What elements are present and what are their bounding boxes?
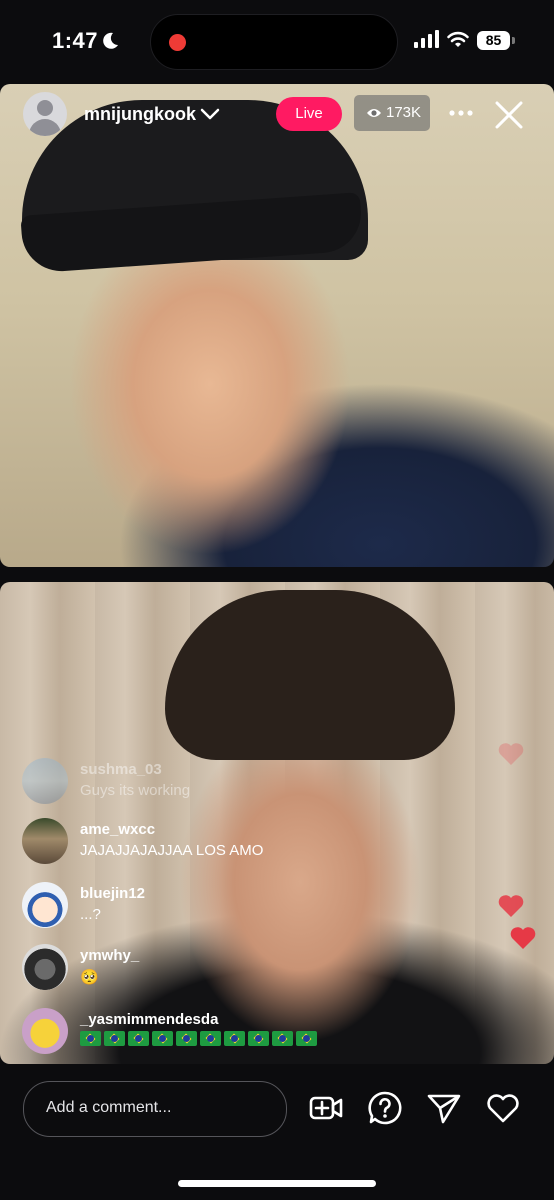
brazil-flag-icon — [248, 1031, 269, 1046]
comment-text: ...? — [80, 906, 101, 923]
status-bar: 1:47 85 — [0, 0, 554, 80]
battery-indicator: 85 — [477, 31, 510, 50]
hair-shape — [165, 590, 455, 760]
brazil-flag-icon — [176, 1031, 197, 1046]
home-indicator[interactable] — [178, 1180, 376, 1187]
brazil-flag-icon — [224, 1031, 245, 1046]
send-icon[interactable] — [426, 1090, 462, 1126]
brazil-flag-icon — [128, 1031, 149, 1046]
host-username[interactable]: mnijungkook — [84, 104, 196, 125]
moon-icon — [103, 32, 118, 49]
comment-input[interactable]: Add a comment... — [23, 1081, 287, 1137]
brazil-flag-icon — [104, 1031, 125, 1046]
comment-text: Guys its working — [80, 782, 191, 799]
host-video-pane[interactable] — [0, 84, 554, 567]
host-avatar[interactable] — [23, 92, 67, 136]
brazil-flag-icon — [272, 1031, 293, 1046]
comment-avatar[interactable] — [22, 758, 68, 804]
comment-item: ame_wxcc JAJAJJAJAJJAA LOS AMO — [22, 818, 492, 866]
comment-username[interactable]: ame_wxcc — [80, 821, 155, 838]
brazil-flag-icon — [152, 1031, 173, 1046]
viewer-count: 173K — [386, 104, 422, 121]
signal-icon — [414, 30, 439, 48]
comment-item: _yasmimmendesda 🇧🇷🇧🇷🇧🇷🇧🇷🇧🇷🇧🇷🇧🇷🇧🇷🇧🇷🇧🇷 — [22, 1008, 492, 1056]
chevron-down-icon[interactable] — [200, 107, 220, 121]
status-time: 1:47 — [52, 28, 99, 53]
floating-heart-icon — [510, 927, 536, 949]
eye-icon — [367, 109, 381, 117]
recording-indicator — [169, 34, 186, 51]
brazil-flag-icon — [200, 1031, 221, 1046]
comment-input-placeholder: Add a comment... — [46, 1099, 172, 1116]
floating-heart-icon — [498, 895, 524, 917]
dynamic-island — [150, 14, 398, 70]
comment-item: ymwhy_ 🥺 — [22, 944, 492, 992]
comment-text: 🥺 — [80, 969, 99, 986]
brazil-flag-icon — [296, 1031, 317, 1046]
comment-username[interactable]: sushma_03 — [80, 761, 162, 778]
viewer-count-badge[interactable]: 173K — [354, 95, 430, 131]
battery-nub — [512, 37, 515, 44]
question-icon[interactable] — [367, 1090, 403, 1126]
floating-heart-icon — [498, 743, 524, 765]
comment-item: sushma_03 Guys its working — [22, 758, 492, 806]
wifi-icon — [447, 31, 469, 47]
comment-username[interactable]: ymwhy_ — [80, 947, 139, 964]
comment-username[interactable]: bluejin12 — [80, 885, 145, 902]
more-icon[interactable] — [448, 108, 474, 118]
live-badge: Live — [276, 97, 342, 131]
comment-avatar[interactable] — [22, 882, 68, 928]
comment-avatar[interactable] — [22, 818, 68, 864]
heart-icon[interactable] — [485, 1090, 521, 1126]
brazil-flag-icon — [80, 1031, 101, 1046]
comment-username[interactable]: _yasmimmendesda — [80, 1011, 218, 1028]
comment-item: bluejin12 ...? — [22, 882, 492, 930]
comment-avatar[interactable] — [22, 944, 68, 990]
comment-text: JAJAJJAJAJJAA LOS AMO — [80, 842, 264, 859]
add-video-icon[interactable] — [308, 1090, 344, 1126]
comment-avatar[interactable] — [22, 1008, 68, 1054]
flag-emoji-row — [80, 1031, 317, 1046]
close-icon[interactable] — [494, 100, 524, 130]
